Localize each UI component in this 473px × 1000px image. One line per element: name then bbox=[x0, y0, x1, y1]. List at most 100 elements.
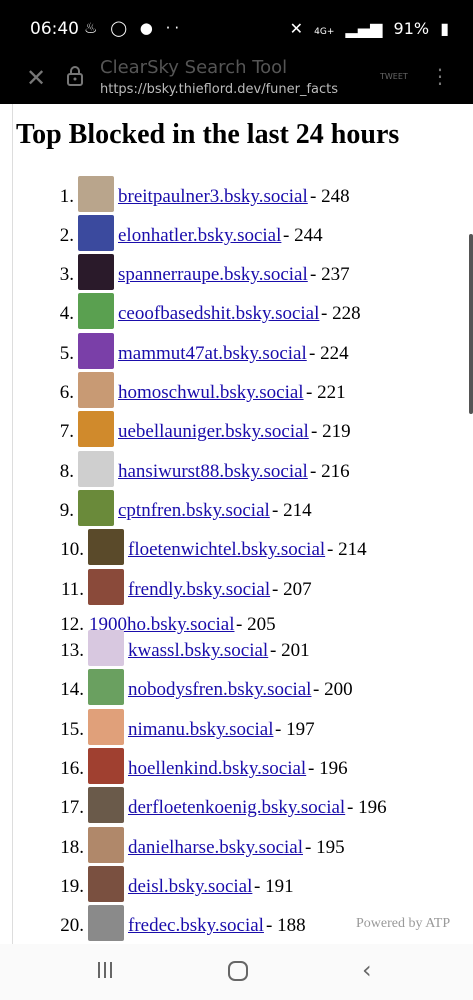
rank-number: 2. bbox=[59, 225, 74, 246]
avatar bbox=[88, 787, 124, 823]
rank-number: 11. bbox=[60, 579, 84, 600]
avatar bbox=[88, 866, 124, 902]
recent-apps-icon[interactable] bbox=[96, 962, 114, 980]
rank-number: 15. bbox=[60, 719, 84, 740]
rank-number: 16. bbox=[60, 758, 84, 779]
page-title-bar: ClearSky Search Tool bbox=[100, 57, 288, 78]
network-indicator: 4G+ bbox=[314, 27, 335, 37]
list-item: 11. frendly.bsky.social - 207 bbox=[0, 569, 473, 605]
back-icon[interactable]: ‹ bbox=[362, 956, 372, 984]
block-count: - 237 bbox=[310, 264, 350, 285]
profile-link[interactable]: homoschwul.bsky.social bbox=[118, 382, 304, 404]
profile-link[interactable]: derfloetenkoenig.bsky.social bbox=[128, 797, 345, 819]
profile-link[interactable]: uebellauniger.bsky.social bbox=[118, 421, 309, 443]
list-item: 10. floetenwichtel.bsky.social - 214 bbox=[0, 529, 473, 565]
status-bar: 06:40 ♨ ◯ ● ·· ✕ 4G+ ▂▄▆ 91% ▮ bbox=[0, 0, 473, 58]
profile-link[interactable]: danielharse.bsky.social bbox=[128, 837, 303, 859]
avatar bbox=[88, 905, 124, 941]
block-count: - 224 bbox=[309, 343, 349, 364]
profile-link[interactable]: cptnfren.bsky.social bbox=[118, 500, 270, 522]
profile-link[interactable]: hoellenkind.bsky.social bbox=[128, 758, 306, 780]
block-count: - 228 bbox=[321, 303, 361, 324]
scrollbar[interactable] bbox=[469, 234, 473, 414]
list-item: 9. cptnfren.bsky.social - 214 bbox=[0, 490, 473, 526]
list-item: 16. hoellenkind.bsky.social - 196 bbox=[0, 748, 473, 784]
status-time: 06:40 bbox=[30, 19, 79, 39]
list-item: 4. ceoofbasedshit.bsky.social - 228 bbox=[0, 293, 473, 329]
block-count: - 214 bbox=[327, 539, 367, 560]
profile-link[interactable]: floetenwichtel.bsky.social bbox=[128, 539, 325, 561]
block-count: - 200 bbox=[313, 679, 353, 700]
block-count: - 221 bbox=[306, 382, 346, 403]
avatar bbox=[88, 827, 124, 863]
rank-number: 13. bbox=[60, 640, 84, 661]
profile-link[interactable]: nobodysfren.bsky.social bbox=[128, 679, 311, 701]
rank-number: 10. bbox=[60, 539, 84, 560]
block-count: - 219 bbox=[311, 421, 351, 442]
url-text[interactable]: https://bsky.thieflord.dev/funer_facts bbox=[100, 82, 338, 97]
avatar bbox=[78, 176, 114, 212]
profile-link[interactable]: elonhatler.bsky.social bbox=[118, 225, 281, 247]
mute-icon: ✕ bbox=[289, 19, 304, 38]
list-item: 18. danielharse.bsky.social - 195 bbox=[0, 827, 473, 863]
profile-link[interactable]: deisl.bsky.social bbox=[128, 876, 252, 898]
rank-number: 14. bbox=[60, 679, 84, 700]
block-count: - 216 bbox=[310, 461, 350, 482]
profile-link[interactable]: nimanu.bsky.social bbox=[128, 719, 273, 741]
list-item: 17. derfloetenkoenig.bsky.social - 196 bbox=[0, 787, 473, 823]
block-count: - 248 bbox=[310, 186, 350, 207]
avatar bbox=[78, 254, 114, 290]
rank-number: 19. bbox=[60, 876, 84, 897]
block-count: - 201 bbox=[270, 640, 310, 661]
battery-icon: ▮ bbox=[440, 19, 449, 38]
rank-number: 4. bbox=[59, 303, 74, 324]
list-item: 14. nobodysfren.bsky.social - 200 bbox=[0, 669, 473, 705]
profile-link[interactable]: ceoofbasedshit.bsky.social bbox=[118, 303, 319, 325]
list-item: 19. deisl.bsky.social - 191 bbox=[0, 866, 473, 902]
rank-number: 5. bbox=[59, 343, 74, 364]
list-item: 15. nimanu.bsky.social - 197 bbox=[0, 709, 473, 745]
rank-number: 17. bbox=[60, 797, 84, 818]
profile-link[interactable]: spannerraupe.bsky.social bbox=[118, 264, 308, 286]
avatar bbox=[78, 372, 114, 408]
battery-text: 91% bbox=[393, 19, 430, 38]
rank-number: 9. bbox=[59, 500, 74, 521]
profile-link[interactable]: hansiwurst88.bsky.social bbox=[118, 461, 308, 483]
avatar bbox=[78, 215, 114, 251]
close-icon[interactable]: ✕ bbox=[26, 64, 46, 92]
list-item: 13. kwassl.bsky.social - 201 bbox=[0, 630, 473, 666]
notification-icons: ♨ ◯ ● ·· bbox=[84, 19, 184, 37]
rank-number: 3. bbox=[59, 264, 74, 285]
profile-link[interactable]: mammut47at.bsky.social bbox=[118, 343, 307, 365]
more-menu-icon[interactable]: ⋮ bbox=[430, 64, 450, 88]
profile-link[interactable]: fredec.bsky.social bbox=[128, 915, 264, 937]
rank-number: 6. bbox=[59, 382, 74, 403]
block-count: - 195 bbox=[305, 837, 345, 858]
signal-icon: ▂▄▆ bbox=[345, 19, 383, 38]
list-item: 7. uebellauniger.bsky.social - 219 bbox=[0, 411, 473, 447]
avatar bbox=[88, 748, 124, 784]
list-item: 5. mammut47at.bsky.social - 224 bbox=[0, 333, 473, 369]
profile-link[interactable]: frendly.bsky.social bbox=[128, 579, 270, 601]
block-count: - 196 bbox=[347, 797, 387, 818]
block-count: - 191 bbox=[254, 876, 294, 897]
profile-link[interactable]: kwassl.bsky.social bbox=[128, 640, 268, 662]
tweet-label[interactable]: TWEET bbox=[380, 72, 408, 81]
page-heading: Top Blocked in the last 24 hours bbox=[16, 119, 400, 150]
avatar bbox=[88, 709, 124, 745]
rank-number: 18. bbox=[60, 837, 84, 858]
profile-link[interactable]: breitpaulner3.bsky.social bbox=[118, 186, 308, 208]
avatar bbox=[88, 569, 124, 605]
browser-toolbar: ✕ ClearSky Search Tool https://bsky.thie… bbox=[0, 57, 473, 104]
avatar bbox=[78, 451, 114, 487]
avatar bbox=[88, 669, 124, 705]
powered-by-label: Powered by ATP bbox=[356, 916, 451, 931]
home-icon[interactable] bbox=[228, 961, 248, 981]
avatar bbox=[88, 529, 124, 565]
list-item: 2. elonhatler.bsky.social - 244 bbox=[0, 215, 473, 251]
nav-bar: ‹ bbox=[0, 944, 473, 1000]
avatar bbox=[88, 630, 124, 666]
lock-icon[interactable] bbox=[66, 66, 84, 86]
avatar bbox=[78, 293, 114, 329]
list-item: 1. breitpaulner3.bsky.social - 248 bbox=[0, 176, 473, 212]
